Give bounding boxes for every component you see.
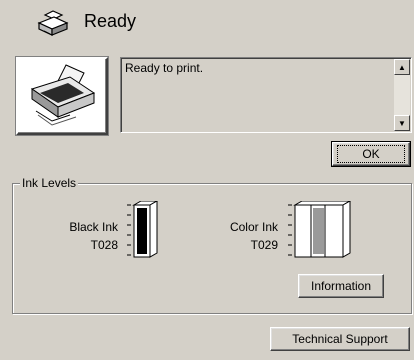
- ink-levels-label: Ink Levels: [20, 176, 79, 190]
- black-ink-name: Black Ink: [69, 220, 118, 234]
- magenta-ink-level-fill: [313, 208, 324, 254]
- information-button-label: Information: [310, 279, 372, 293]
- color-ink-cartridge: [288, 200, 352, 259]
- ok-button[interactable]: OK: [331, 141, 411, 167]
- printer-small-icon: [36, 9, 70, 39]
- printer-image: [16, 57, 108, 135]
- technical-support-button[interactable]: Technical Support: [270, 327, 410, 351]
- status-message-box[interactable]: Ready to print. ▲ ▼: [120, 57, 412, 133]
- black-ink-cartridge: [127, 200, 159, 259]
- ok-button-label: OK: [337, 145, 405, 163]
- arrow-down-icon: ▼: [398, 118, 406, 128]
- scroll-up-button[interactable]: ▲: [394, 59, 410, 75]
- status-title: Ready: [84, 11, 137, 31]
- black-ink-level-fill: [137, 208, 147, 254]
- color-ink-code: T029: [250, 238, 278, 252]
- status-scrollbar[interactable]: ▲ ▼: [394, 59, 410, 131]
- status-message: Ready to print.: [125, 61, 204, 75]
- scroll-down-button[interactable]: ▼: [394, 115, 410, 131]
- information-button[interactable]: Information: [298, 274, 384, 298]
- color-ink-name: Color Ink: [229, 220, 278, 234]
- yellow-ink-level-fill: [327, 208, 338, 254]
- black-ink-code: T028: [90, 238, 118, 252]
- arrow-up-icon: ▲: [398, 62, 406, 72]
- cyan-ink-level-fill: [299, 208, 310, 254]
- technical-support-button-label: Technical Support: [292, 332, 388, 346]
